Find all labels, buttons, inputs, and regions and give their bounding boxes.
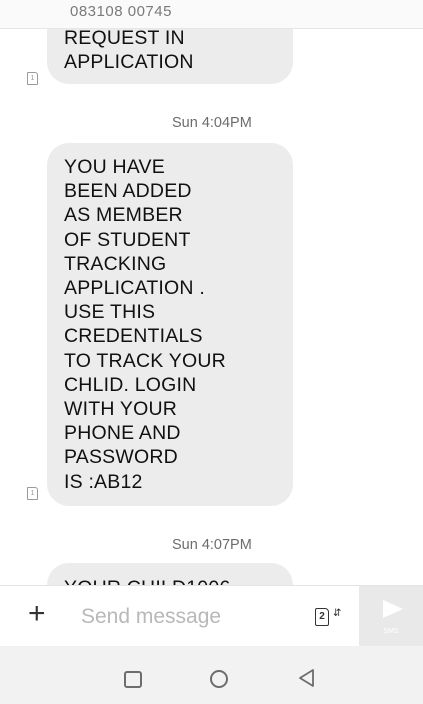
message-bubble[interactable]: YOU HAVE BEEN ADDED AS MEMBER OF STUDENT… — [47, 143, 293, 506]
plus-icon[interactable]: + — [28, 599, 46, 629]
sim-card-icon: 2 — [315, 608, 329, 626]
message-text: YOU HAVE BEEN ADDED AS MEMBER OF STUDENT… — [64, 156, 226, 493]
sim-card-icon: 1 — [27, 72, 38, 85]
message-composer: + Send message 2 ⇵ SMS — [0, 585, 423, 647]
recents-square-icon[interactable] — [124, 671, 142, 688]
home-circle-icon[interactable] — [210, 670, 228, 688]
back-triangle-icon[interactable] — [297, 668, 317, 688]
send-icon — [383, 600, 403, 618]
send-label: SMS — [383, 628, 399, 635]
message-text: REQUEST IN APPLICATION — [64, 27, 194, 74]
sender-phone-number: 083108 00745 — [70, 3, 172, 20]
message-thread[interactable]: REQUEST IN APPLICATION 1 Sun 4:04PM YOU … — [0, 0, 423, 585]
message-timestamp: Sun 4:04PM — [172, 115, 252, 131]
send-button[interactable]: SMS — [359, 586, 423, 647]
message-timestamp: Sun 4:07PM — [172, 537, 252, 553]
sort-arrows-icon: ⇵ — [333, 608, 342, 619]
message-bubble[interactable]: YOUR CHILD1006 — [47, 563, 293, 585]
message-input[interactable]: Send message — [81, 605, 221, 629]
sim-card-icon: 1 — [27, 487, 38, 500]
message-text: YOUR CHILD1006 — [64, 576, 230, 585]
conversation-header: 083108 00745 — [0, 0, 423, 29]
